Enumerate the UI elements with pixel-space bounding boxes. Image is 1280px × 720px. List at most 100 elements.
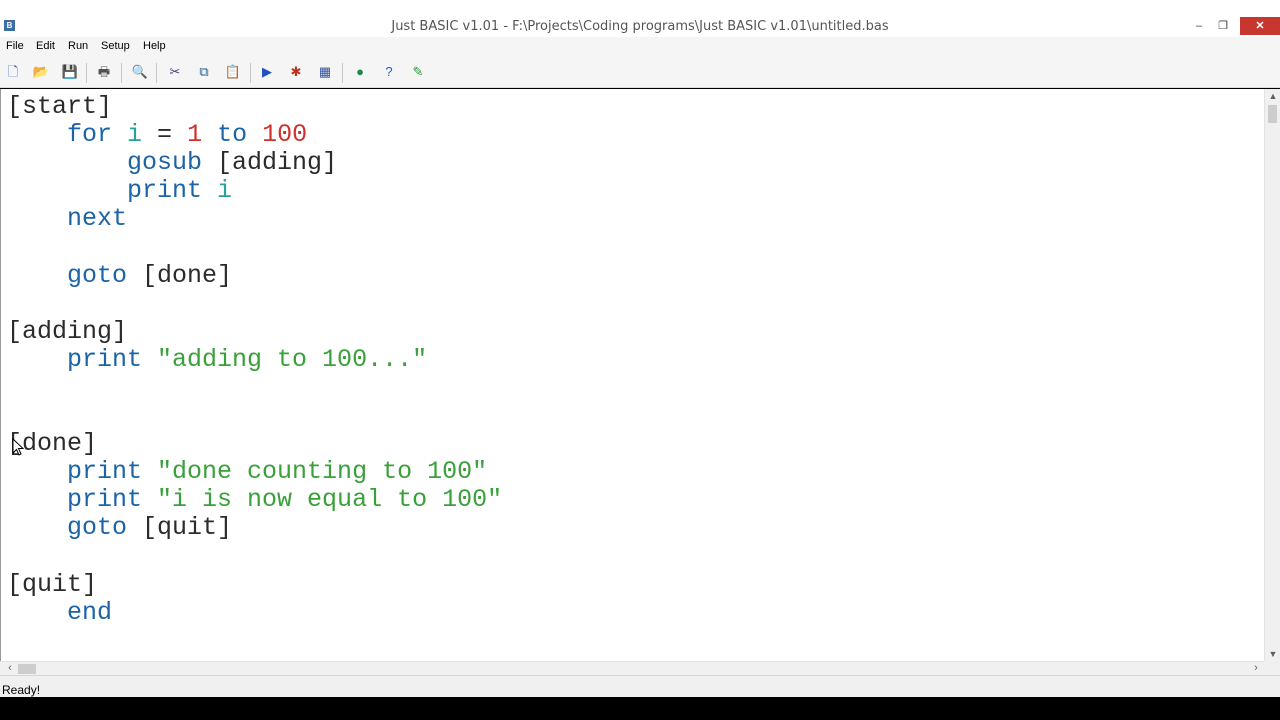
code-line[interactable]: next [7,205,502,233]
scroll-left-icon[interactable]: ‹ [2,662,18,676]
scroll-up-icon[interactable]: ▲ [1265,89,1280,103]
code-token: [quit] [142,513,233,543]
cut-icon: ✂ [169,64,181,79]
code-token: gosub [7,148,218,178]
paste-icon: 📋 [224,64,242,79]
run-button[interactable]: ▶ [258,63,276,81]
code-line[interactable]: goto [done] [7,260,502,290]
scroll-down-icon[interactable]: ▼ [1265,647,1280,661]
find-icon: 🔍 [131,64,149,79]
new-file-icon: 🗋 [7,64,19,79]
menu-edit[interactable]: Edit [36,40,55,52]
screen-bottom-edge [0,697,1280,720]
horizontal-scroll-thumb[interactable] [18,664,36,674]
menu-file[interactable]: File [6,40,24,52]
code-token: print [7,344,158,374]
save-button[interactable]: 💾 [61,63,79,81]
gui-editor-button[interactable]: ▦ [316,63,334,81]
code-token: "adding to 100..." [157,344,428,374]
code-line[interactable] [7,290,502,318]
help-button[interactable]: ? [380,63,398,81]
menu-bar: File Edit Run Setup Help [0,37,1280,57]
maximize-button[interactable]: ❐ [1212,17,1234,35]
toolbar-separator [250,63,251,83]
code-line[interactable] [7,233,502,261]
paste-button[interactable]: 📋 [224,63,242,81]
code-line[interactable]: [done] [7,430,502,458]
code-token: end [7,597,113,627]
code-token: "i is now equal to 100" [157,485,503,515]
open-file-button[interactable]: 📂 [32,63,50,81]
code-line[interactable]: gosub [adding] [7,149,502,177]
code-token: i [217,176,233,206]
code-line[interactable]: [start] [7,92,502,121]
minimize-button[interactable]: – [1188,17,1210,35]
notes-button[interactable]: ✎ [409,63,427,81]
toolbar: 🗋 📂 💾 🖶 🔍 ✂ ⧉ 📋 ▶ ✱ ▦ ● ? ✎ [0,57,1280,88]
open-folder-icon: 📂 [32,64,50,79]
new-file-button[interactable]: 🗋 [4,63,22,81]
scroll-right-icon[interactable]: › [1248,662,1264,676]
code-token: [done] [142,260,233,290]
code-token: i [127,120,143,150]
code-token: goto [7,260,143,290]
title-bar: B Just BASIC v1.01 - F:\Projects\Coding … [0,0,1280,37]
scrollbar-corner [1264,661,1280,675]
toolbar-separator [156,63,157,83]
code-line[interactable] [7,374,502,402]
copy-button[interactable]: ⧉ [195,63,213,81]
debug-icon: ✱ [290,64,302,79]
code-token: [adding] [7,316,128,346]
code-token: print [7,176,218,206]
code-token: "done counting to 100" [157,457,488,487]
vertical-scroll-thumb[interactable] [1268,105,1277,123]
code-line[interactable]: [quit] [7,569,502,599]
notes-icon: ✎ [412,64,424,79]
find-button[interactable]: 🔍 [131,63,149,81]
code-line[interactable]: for i = 1 to 100 [7,121,502,149]
status-text: Ready! [2,683,41,697]
code-token: to [202,120,263,150]
code-line[interactable] [7,543,502,571]
code-editor[interactable]: [start] for i = 1 to 100 gosub [adding] … [0,89,1264,661]
copy-icon: ⧉ [199,64,209,79]
menu-run[interactable]: Run [68,40,88,52]
web-button[interactable]: ● [351,63,369,81]
print-icon: 🖶 [97,64,111,79]
code-line[interactable]: print "i is now equal to 100" [7,486,502,514]
code-line[interactable]: print "adding to 100..." [7,344,502,374]
code-line[interactable]: print i [7,177,502,205]
code-token: print [7,485,158,515]
mouse-pointer-icon [12,438,24,456]
cut-button[interactable]: ✂ [166,63,184,81]
code-line[interactable]: print "done counting to 100" [7,458,502,486]
source-code[interactable]: [start] for i = 1 to 100 gosub [adding] … [7,92,502,627]
code-line[interactable]: goto [quit] [7,514,502,542]
code-token: goto [7,513,143,543]
code-line[interactable]: end [7,597,502,627]
help-icon: ? [385,64,393,79]
toolbar-separator [342,63,343,83]
close-button[interactable]: ✕ [1240,17,1280,35]
code-token: [adding] [217,148,338,178]
toolbar-separator [121,63,122,83]
web-icon: ● [356,64,364,79]
code-token: = [142,120,188,150]
code-token: 1 [187,120,203,150]
window-title: Just BASIC v1.01 - F:\Projects\Coding pr… [391,19,889,34]
print-button[interactable]: 🖶 [95,63,113,81]
code-token: next [7,204,128,234]
debug-button[interactable]: ✱ [287,63,305,81]
code-token: print [7,457,158,487]
horizontal-scrollbar[interactable]: ‹ › [0,661,1264,675]
toolbar-separator [86,63,87,83]
save-icon: 💾 [61,64,79,79]
code-line[interactable]: [adding] [7,316,502,346]
menu-help[interactable]: Help [143,40,166,52]
code-token: [start] [7,92,113,121]
code-token: [quit] [7,569,98,599]
menu-setup[interactable]: Setup [101,40,130,52]
vertical-scrollbar[interactable]: ▲ ▼ [1264,89,1280,661]
code-line[interactable] [7,402,502,430]
status-bar: Ready! [0,675,1280,697]
